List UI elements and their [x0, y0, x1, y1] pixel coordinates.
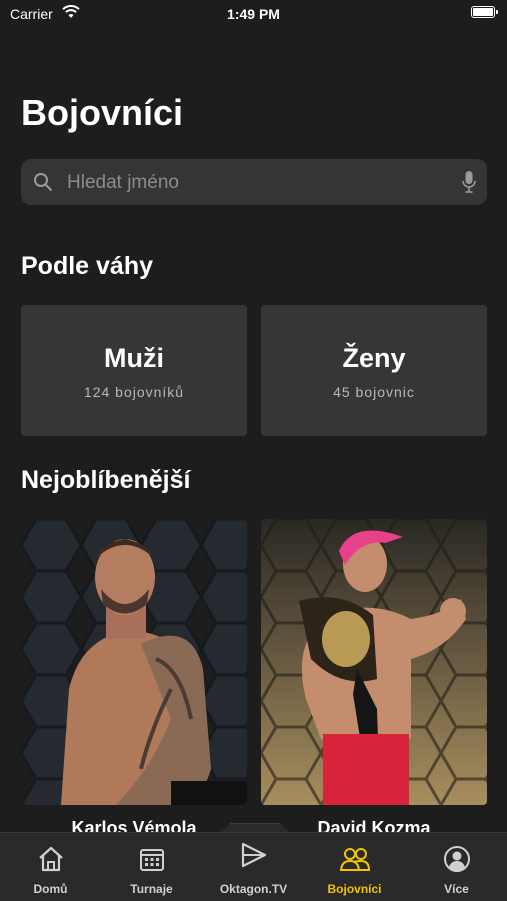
- clock: 1:49 PM: [227, 6, 280, 22]
- play-icon: [241, 842, 267, 868]
- fighter-card-david-kozma[interactable]: [261, 519, 487, 805]
- popular-section-title: Nejoblíbenější: [21, 466, 191, 494]
- category-name: Muži: [104, 343, 164, 373]
- status-bar: Carrier 1:49 PM: [0, 0, 507, 30]
- home-icon: [39, 846, 63, 872]
- tab-bar: Domů Turnaje Oktagon.TV Bojovníci Více: [0, 832, 507, 901]
- tab-oktagon-tv[interactable]: Oktagon.TV: [203, 833, 304, 901]
- category-count: 124 bojovníků: [83, 384, 185, 400]
- category-count: 45 bojovnic: [333, 384, 415, 400]
- tab-fighters[interactable]: Bojovníci: [304, 833, 405, 901]
- user-circle-icon: [444, 846, 470, 872]
- search-bar[interactable]: [21, 159, 487, 207]
- people-icon: [339, 848, 371, 871]
- battery-icon: [471, 6, 498, 18]
- category-card-women[interactable]: Ženy 45 bojovnic: [261, 305, 487, 436]
- tab-label: Turnaje: [130, 882, 173, 896]
- fighter-photo: [21, 519, 247, 805]
- calendar-icon: [140, 849, 164, 871]
- microphone-icon[interactable]: [462, 170, 476, 194]
- tab-home[interactable]: Domů: [0, 833, 101, 901]
- category-card-men[interactable]: Muži 124 bojovníků: [21, 305, 247, 436]
- page-title: Bojovníci: [21, 92, 184, 133]
- fighter-photo: [261, 519, 487, 805]
- category-name: Ženy: [342, 343, 406, 373]
- tab-events[interactable]: Turnaje: [101, 833, 202, 901]
- tab-more[interactable]: Více: [406, 833, 507, 901]
- tab-label: Bojovníci: [327, 882, 382, 896]
- tab-label: Více: [444, 882, 469, 896]
- search-input[interactable]: [65, 159, 449, 207]
- fighter-card-karlos-vemola[interactable]: [21, 519, 247, 805]
- tab-label: Oktagon.TV: [219, 882, 288, 896]
- weight-section-title: Podle váhy: [21, 252, 153, 280]
- search-icon: [34, 173, 52, 191]
- tab-label: Domů: [33, 882, 68, 896]
